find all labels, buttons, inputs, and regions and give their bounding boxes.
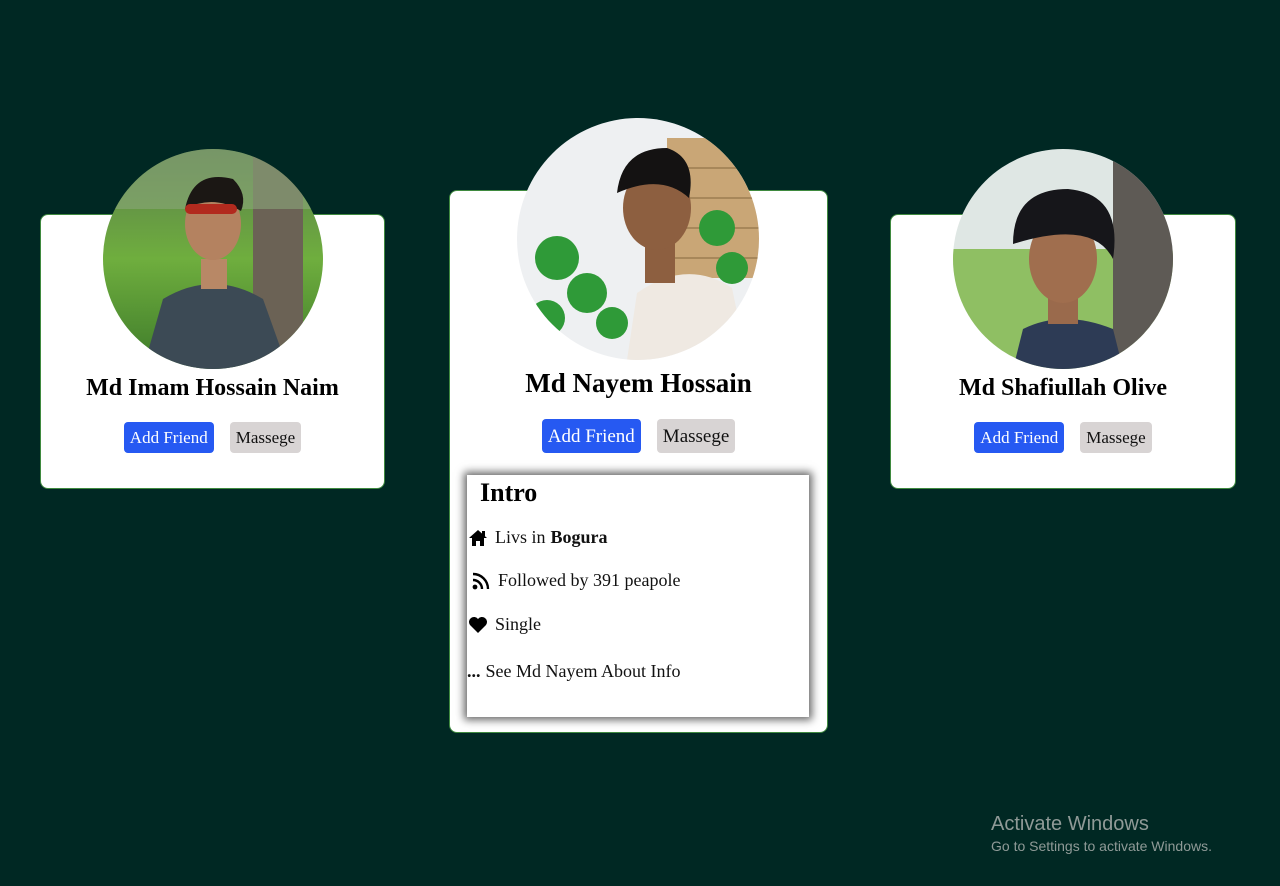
intro-followers-row: Followed by 391 peapole <box>470 570 680 591</box>
lives-city: Bogura <box>550 527 608 547</box>
activate-windows-watermark: Activate Windows Go to Settings to activ… <box>991 812 1212 856</box>
add-friend-button[interactable]: Add Friend <box>123 422 214 453</box>
intro-title: Intro <box>480 478 538 507</box>
message-button[interactable]: Massege <box>656 419 736 453</box>
intro-lives-row: Livs in Bogura <box>467 527 608 548</box>
followers-text: Followed by 391 peapole <box>498 570 681 590</box>
see-more-dots: ... <box>467 661 481 681</box>
avatar-2 <box>517 118 759 360</box>
message-button[interactable]: Massege <box>1080 422 1152 453</box>
intro-status-row: Single <box>467 614 541 635</box>
add-friend-button[interactable]: Add Friend <box>541 419 641 453</box>
watermark-title: Activate Windows <box>991 813 1149 835</box>
watermark-subtitle: Go to Settings to activate Windows. <box>991 838 1212 854</box>
profile-name: Md Imam Hossain Naim <box>86 375 339 401</box>
profile-name: Md Shafiullah Olive <box>958 375 1168 401</box>
see-more-text: See Md Nayem About Info <box>485 661 681 681</box>
status-text: Single <box>495 614 542 634</box>
message-button[interactable]: Massege <box>229 422 302 453</box>
avatar-3 <box>953 149 1173 369</box>
heart-icon <box>467 616 489 634</box>
see-more-link[interactable]: ... See Md Nayem About Info <box>467 661 680 682</box>
rss-icon <box>470 571 492 591</box>
lives-prefix: Livs in <box>495 527 546 547</box>
house-icon <box>467 529 489 547</box>
intro-panel: Intro Livs in Bogura Followed by 391 pea… <box>467 475 809 717</box>
avatar-1 <box>103 149 323 369</box>
profile-name: Md Nayem Hossain <box>525 368 752 398</box>
add-friend-button[interactable]: Add Friend <box>974 422 1065 453</box>
